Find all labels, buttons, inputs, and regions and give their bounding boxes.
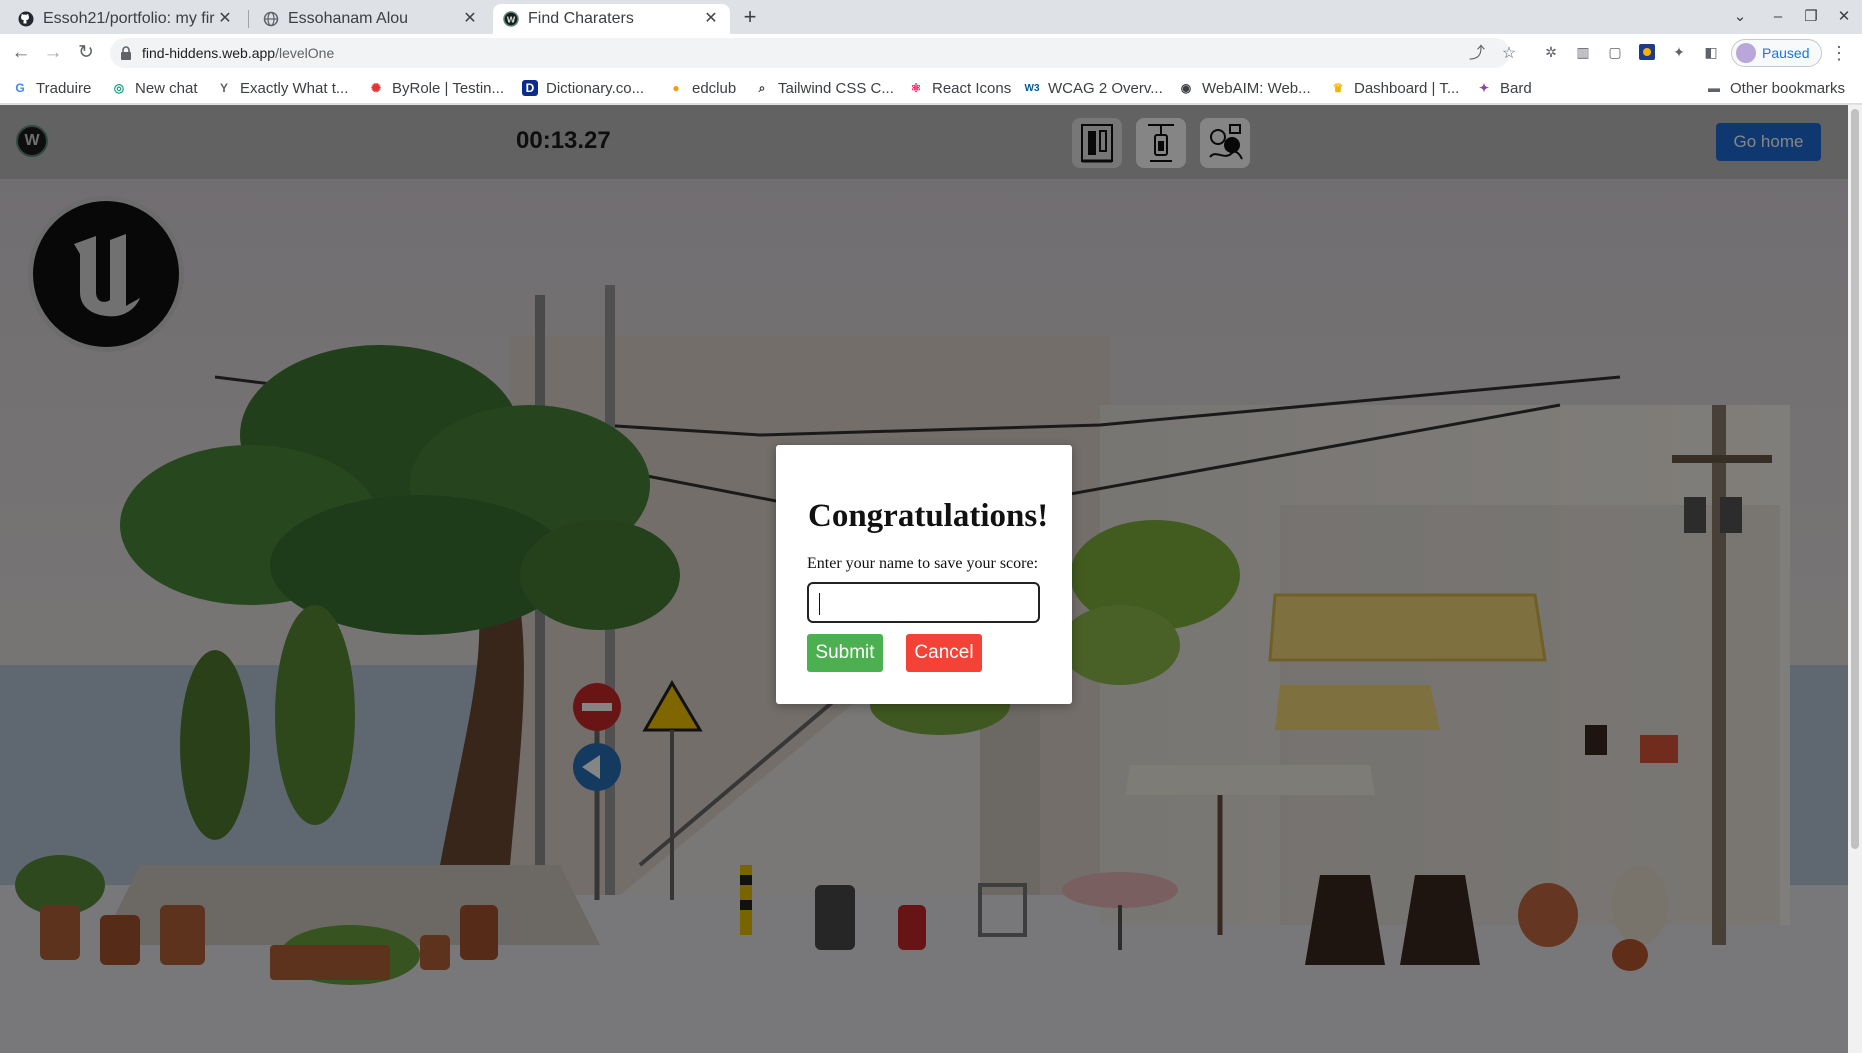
- profile-status: Paused: [1762, 45, 1810, 61]
- site-favicon: W: [503, 11, 519, 27]
- player-name-input[interactable]: [807, 582, 1040, 623]
- scrollbar-thumb[interactable]: [1851, 109, 1859, 849]
- forward-icon[interactable]: →: [41, 42, 65, 64]
- github-icon: [18, 11, 34, 27]
- bookmark-label: ByRole | Testin...: [392, 79, 505, 97]
- dialog-title: Congratulations!: [808, 498, 1049, 534]
- bookmark-label: WCAG 2 Overv...: [1048, 79, 1163, 97]
- bookmark-item[interactable]: ✦ Bard: [1476, 78, 1532, 98]
- minimize-icon[interactable]: –: [1766, 6, 1790, 28]
- tab-search-icon[interactable]: ⌄: [1728, 6, 1752, 28]
- extension-color-icon[interactable]: [1638, 43, 1656, 61]
- extension-square-icon[interactable]: ▢: [1606, 43, 1624, 61]
- extension-puzzle-piece-icon[interactable]: ✲: [1542, 43, 1560, 61]
- bookmark-label: New chat: [135, 79, 198, 97]
- bookmark-item[interactable]: W3 WCAG 2 Overv...: [1024, 78, 1163, 98]
- bard-icon: ✦: [1478, 81, 1490, 95]
- browser-tab-1[interactable]: Essoh21/portfolio: my fir ✕: [8, 4, 244, 34]
- search-doc-icon: ⌕: [758, 80, 766, 95]
- bookmark-label: Dictionary.co...: [546, 79, 645, 97]
- bookmark-item[interactable]: ♛ Dashboard | T...: [1330, 78, 1460, 98]
- globe-icon: [263, 11, 279, 27]
- bookmark-label: Exactly What t...: [240, 79, 349, 97]
- tab-title: Essoh21/portfolio: my fir: [43, 10, 215, 27]
- profile-button[interactable]: Paused: [1731, 39, 1823, 67]
- text-cursor: [819, 593, 820, 615]
- close-tab-icon[interactable]: ✕: [461, 10, 479, 28]
- reload-icon[interactable]: ↻: [74, 42, 98, 64]
- folder-icon: ▬: [1708, 81, 1720, 95]
- address-bar[interactable]: find-hiddens.web.app/levelOne ⤴ ☆: [110, 38, 1516, 68]
- bookmarks-bar: G Traduire ◎ New chat Y Exactly What t... ✺…: [0, 72, 1862, 104]
- close-tab-icon[interactable]: ✕: [702, 10, 720, 28]
- close-window-icon[interactable]: ✕: [1832, 6, 1856, 28]
- submit-button[interactable]: Submit: [807, 634, 883, 672]
- page-scrollbar[interactable]: [1848, 105, 1862, 1053]
- webaim-icon: ◉: [1180, 81, 1192, 95]
- page-viewport: W 00:13.27 Go home Congratulations! Ente…: [0, 105, 1848, 1053]
- bookmark-item[interactable]: ⚛ React Icons: [908, 78, 1012, 98]
- svg-text:W: W: [507, 16, 516, 25]
- translate-icon: G: [15, 81, 25, 95]
- url-path: /levelOne: [275, 45, 335, 61]
- bookmark-item[interactable]: D Dictionary.co...: [522, 78, 644, 98]
- bookmark-item[interactable]: G Traduire: [12, 78, 91, 98]
- url-host: find-hiddens.web.app: [142, 45, 276, 61]
- dialog-prompt: Enter your name to save your score:: [807, 555, 1039, 572]
- bookmark-label: WebAIM: Web...: [1202, 79, 1311, 97]
- bookmark-item[interactable]: ✺ ByRole | Testin...: [368, 78, 504, 98]
- browser-tabstrip: Essoh21/portfolio: my fir ✕ Essohanam Al…: [0, 0, 1862, 34]
- extension-reader-icon[interactable]: ▥: [1574, 43, 1592, 61]
- browser-menu-icon[interactable]: ⋮: [1830, 42, 1848, 64]
- cancel-button[interactable]: Cancel: [906, 634, 982, 672]
- bookmark-label: edclub: [692, 79, 737, 97]
- y-icon: Y: [219, 81, 228, 95]
- side-panel-icon[interactable]: ◧: [1702, 43, 1720, 61]
- browser-tab-3[interactable]: W Find Charaters ✕: [493, 4, 730, 34]
- browser-toolbar: ← → ↻ find-hiddens.web.app/levelOne ⤴ ☆ …: [0, 34, 1862, 72]
- bookmark-label: Dashboard | T...: [1354, 79, 1460, 97]
- tab-title: Find Charaters: [528, 10, 634, 27]
- tab-title: Essohanam Alou: [288, 10, 409, 27]
- url-text: find-hiddens.web.app/levelOne: [142, 45, 334, 61]
- bookmark-item[interactable]: Y Exactly What t...: [216, 78, 348, 98]
- dashboard-icon: ♛: [1332, 81, 1344, 95]
- bookmark-label: React Icons: [932, 79, 1012, 97]
- browser-tab-2[interactable]: Essohanam Alou ✕: [253, 4, 489, 34]
- bookmark-item[interactable]: ◉ WebAIM: Web...: [1178, 78, 1311, 98]
- bookmark-label: Traduire: [36, 79, 92, 97]
- edclub-icon: ●: [672, 81, 680, 95]
- bookmark-item[interactable]: ● edclub: [668, 78, 736, 98]
- maximize-icon[interactable]: ❐: [1799, 6, 1823, 28]
- save-score-dialog: Congratulations! Enter your name to save…: [776, 445, 1072, 704]
- other-bookmarks-folder[interactable]: ▬ Other bookmarks: [1706, 78, 1845, 98]
- new-tab-icon[interactable]: +: [738, 6, 762, 30]
- bookmark-star-icon[interactable]: ☆: [1500, 45, 1518, 63]
- octopus-icon: ✺: [370, 81, 382, 95]
- w3c-icon: W3: [1024, 82, 1040, 94]
- react-icon: ⚛: [910, 81, 922, 95]
- tab-separator: [248, 10, 249, 28]
- lock-icon: [120, 46, 132, 60]
- chat-icon: ◎: [113, 81, 125, 95]
- bookmark-label: Bard: [1500, 79, 1532, 97]
- bookmark-label: Tailwind CSS C...: [778, 79, 894, 97]
- bookmark-item[interactable]: ⌕ Tailwind CSS C...: [754, 78, 894, 98]
- extensions-icon[interactable]: ✦: [1670, 43, 1688, 61]
- back-icon[interactable]: ←: [9, 42, 33, 64]
- dictionary-icon: D: [522, 80, 538, 96]
- avatar: [1736, 43, 1756, 63]
- share-icon[interactable]: ⤴: [1468, 45, 1486, 63]
- bookmark-item[interactable]: ◎ New chat: [111, 78, 198, 98]
- bookmark-label: Other bookmarks: [1730, 79, 1846, 97]
- close-tab-icon[interactable]: ✕: [216, 10, 234, 28]
